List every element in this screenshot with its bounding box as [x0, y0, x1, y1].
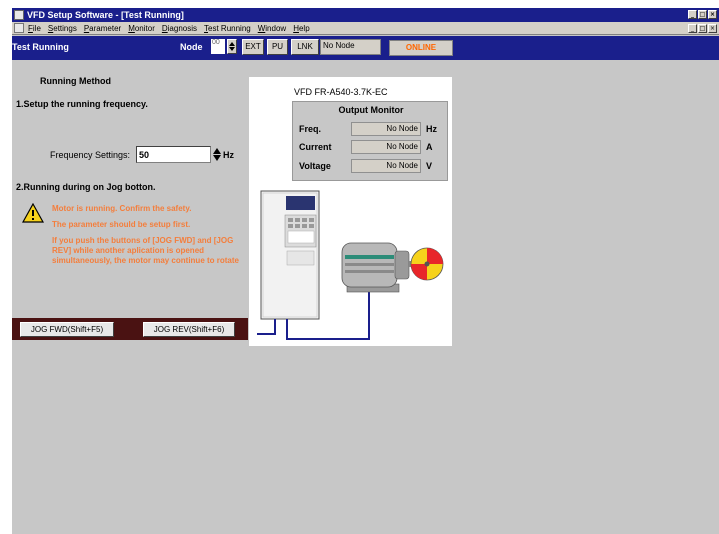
output-monitor-title: Output Monitor: [338, 105, 404, 115]
title-bar[interactable]: VFD Setup Software - [Test Running] _ □ …: [12, 8, 719, 22]
node-label: Node: [180, 42, 203, 52]
minimize-button[interactable]: _: [688, 10, 697, 19]
frequency-input[interactable]: [136, 146, 211, 163]
menu-test-running[interactable]: Test Running: [204, 24, 251, 33]
ext-button[interactable]: EXT: [242, 39, 264, 55]
jog-button-bar: JOG FWD(Shift+F5) JOG REV(Shift+F6): [12, 318, 248, 340]
node-status: No Node: [320, 39, 381, 55]
running-method-panel: Running Method 1.Setup the running frequ…: [12, 60, 248, 340]
step-2-heading: 2.Running during on Jog botton.: [16, 182, 156, 192]
warning-text-2: The parameter should be setup first.: [52, 220, 191, 229]
motor-icon: [341, 242, 417, 293]
menu-help[interactable]: Help: [293, 24, 309, 33]
fan-icon: [410, 247, 444, 281]
document-window-controls: _ □ ×: [688, 24, 717, 33]
running-method-heading: Running Method: [40, 76, 111, 86]
maximize-button[interactable]: □: [698, 10, 707, 19]
document-title: Test Running: [12, 42, 69, 52]
warning-icon: [22, 203, 44, 223]
window-title: VFD Setup Software - [Test Running]: [27, 10, 184, 20]
jog-rev-button[interactable]: JOG REV(Shift+F6): [143, 322, 235, 337]
jog-fwd-button[interactable]: JOG FWD(Shift+F5): [20, 322, 114, 337]
menu-file[interactable]: File: [28, 24, 41, 33]
doc-restore-button[interactable]: □: [698, 24, 707, 33]
voltage-value: No Node: [351, 159, 421, 173]
menu-diagnosis[interactable]: Diagnosis: [162, 24, 197, 33]
current-row: Current No Node A: [299, 139, 449, 155]
document-icon[interactable]: [14, 23, 24, 33]
menu-bar: File Settings Parameter Monitor Diagnosi…: [12, 22, 719, 35]
warning-text-1: Motor is running. Confirm the safety.: [52, 204, 192, 213]
app-window: VFD Setup Software - [Test Running] _ □ …: [12, 8, 719, 534]
menu-parameter[interactable]: Parameter: [84, 24, 121, 33]
pu-button[interactable]: PU: [267, 39, 288, 55]
online-button[interactable]: ONLINE: [389, 40, 453, 56]
vfd-diagram: VFD FR-A540-3.7K-EC Output Monitor Freq.…: [249, 77, 452, 346]
node-input[interactable]: 00: [211, 39, 225, 54]
frequency-label: Frequency Settings:: [50, 150, 131, 160]
toolbar: Test Running Node 00 EXT PU LNK No Node …: [12, 36, 719, 60]
doc-minimize-button[interactable]: _: [688, 24, 697, 33]
menu-monitor[interactable]: Monitor: [128, 24, 155, 33]
freq-value: No Node: [351, 122, 421, 136]
close-button[interactable]: ×: [708, 10, 717, 19]
freq-row: Freq. No Node Hz: [299, 121, 449, 137]
inverter-model: VFD FR-A540-3.7K-EC: [294, 87, 388, 97]
lnk-button[interactable]: LNK: [291, 39, 319, 55]
voltage-unit: V: [426, 161, 433, 171]
current-label: Current: [299, 142, 332, 152]
frequency-unit: Hz: [223, 150, 234, 160]
warning-text-3: If you push the buttons of [JOG FWD] and…: [52, 236, 239, 265]
freq-unit: Hz: [426, 124, 437, 134]
inverter-icon: [260, 190, 320, 320]
voltage-row: Voltage No Node V: [299, 158, 449, 174]
menu-window[interactable]: Window: [258, 24, 286, 33]
step-1-heading: 1.Setup the running frequency.: [16, 99, 148, 109]
warning-message: Motor is running. Confirm the safety. Th…: [52, 204, 242, 272]
frequency-spinner[interactable]: [213, 147, 221, 162]
output-monitor: Output Monitor Freq. No Node Hz Current …: [292, 101, 448, 181]
window-controls: _ □ ×: [688, 10, 717, 19]
node-spinner[interactable]: [227, 39, 237, 54]
current-unit: A: [426, 142, 433, 152]
freq-label: Freq.: [299, 124, 322, 134]
current-value: No Node: [351, 140, 421, 154]
doc-close-button[interactable]: ×: [708, 24, 717, 33]
app-icon[interactable]: [14, 10, 24, 20]
voltage-label: Voltage: [299, 161, 331, 171]
menu-settings[interactable]: Settings: [48, 24, 77, 33]
